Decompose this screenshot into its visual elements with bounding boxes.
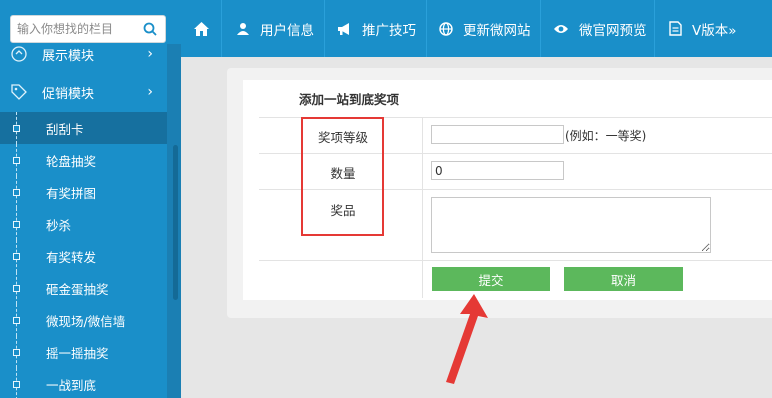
nav-v-version[interactable]: V版本» [655,0,772,57]
prize-textarea[interactable] [431,197,711,253]
chevron-right-icon: › [147,46,153,62]
sidebar-item-label: 促销模块 [42,86,95,102]
nav-update-site[interactable]: 更新微网站 [427,0,541,57]
sidebar-item-promotion-module[interactable]: 促销模块 › [0,74,167,110]
search-input[interactable] [11,16,136,42]
sidebar-item-scratch-card[interactable]: 刮刮卡 [0,112,167,144]
nav-user-info[interactable]: 用户信息 [222,0,325,57]
sidebar-item-golden-egg[interactable]: 砸金蛋抽奖 [0,272,167,304]
nav-label: 用户信息 [260,22,314,39]
tree-node-icon [13,285,20,292]
document-icon [669,21,682,36]
nav-label: 更新微网站 [463,22,531,39]
tree-node-icon [13,381,20,388]
prize-level-hint: (例如：一等奖) [565,129,647,143]
globe-icon [439,21,453,36]
tag-icon [11,84,27,100]
nav-label: 微官网预览 [579,22,647,39]
nav-label: 推广技巧 [362,22,416,39]
search-icon[interactable] [143,22,157,36]
tree-node-icon [13,157,20,164]
sidebar-item-puzzle[interactable]: 有奖拼图 [0,176,167,208]
sidebar-item-share-reward[interactable]: 有奖转发 [0,240,167,272]
sidebar-item-label: 刮刮卡 [46,121,84,137]
prize-level-input[interactable] [431,125,564,144]
sidebar: 展示模块 › 促销模块 › 刮刮卡 轮盘抽奖 有奖拼图 秒杀 有奖转发 砸金蛋抽… [0,0,181,398]
sidebar-item-quiz-battle[interactable]: 一战到底 [0,368,167,398]
annotation-arrow-icon [446,294,488,384]
home-button[interactable] [181,0,222,57]
user-icon [237,22,249,35]
sidebar-item-shake-lottery[interactable]: 摇一摇抽奖 [0,336,167,368]
sidebar-search [10,15,166,43]
home-icon [193,21,209,36]
sidebar-submenu: 刮刮卡 轮盘抽奖 有奖拼图 秒杀 有奖转发 砸金蛋抽奖 微现场/微信墙 摇一摇抽… [0,112,167,398]
tree-node-icon [13,125,20,132]
sidebar-item-label: 砸金蛋抽奖 [46,281,109,297]
sidebar-item-flash-sale[interactable]: 秒杀 [0,208,167,240]
top-navbar: 用户信息 推广技巧 更新微网站 微官网预览 V版本» [181,0,772,57]
sidebar-item-label: 秒杀 [46,217,72,233]
display-module-icon [11,46,27,62]
annotation-highlight-box [301,117,384,236]
sidebar-item-label: 轮盘抽奖 [46,153,97,169]
sidebar-item-label: 展示模块 [42,48,95,64]
cancel-button[interactable]: 取消 [564,267,683,291]
nav-promotion-tips[interactable]: 推广技巧 [325,0,427,57]
megaphone-icon [338,22,349,35]
sidebar-item-wechat-wall[interactable]: 微现场/微信墙 [0,304,167,336]
tree-node-icon [13,253,20,260]
sidebar-item-label: 摇一摇抽奖 [46,345,109,361]
sidebar-scrollbar-thumb[interactable] [173,145,178,300]
form-title: 添加一站到底奖项 [299,92,400,107]
divider [422,117,423,298]
sidebar-item-label: 有奖转发 [46,249,97,265]
divider [259,260,772,261]
tree-node-icon [13,189,20,196]
eye-icon [554,24,568,33]
quantity-input[interactable] [431,161,564,180]
sidebar-item-label: 微现场/微信墙 [46,313,126,329]
submit-button[interactable]: 提交 [432,267,550,291]
tree-node-icon [13,349,20,356]
sidebar-item-wheel-lottery[interactable]: 轮盘抽奖 [0,144,167,176]
nav-label: V版本» [692,22,737,39]
sidebar-item-label: 有奖拼图 [46,185,97,201]
tree-node-icon [13,317,20,324]
sidebar-item-label: 一战到底 [46,377,97,393]
nav-site-preview[interactable]: 微官网预览 [541,0,655,57]
sidebar-item-display-module[interactable]: 展示模块 › [0,44,167,72]
tree-node-icon [13,221,20,228]
chevron-right-icon: › [147,84,153,100]
